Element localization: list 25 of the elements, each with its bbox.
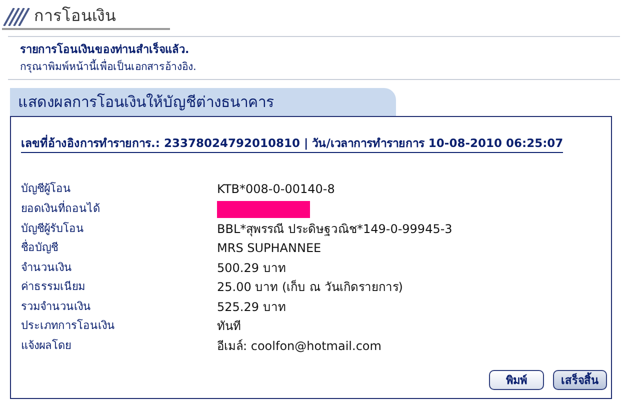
- field-label: จำนวนเงิน: [21, 260, 73, 276]
- field-label: ยอดเงินที่ถอนได้: [21, 200, 101, 216]
- reference-line: เลขที่อ้างอิงการทำรายการ.: 23378024792010810 | วัน/เวลาการทำรายการ 10-08-2010 06:25:07: [21, 134, 564, 153]
- print-note: กรุณาพิมพ์หน้านี้เพื่อเป็นเอกสารอ้างอิง.: [20, 58, 198, 75]
- field-label: บัญชีผู้รับโอน: [21, 220, 85, 237]
- field-value: 25.00 บาท (เก็บ ณ วันเกิดรายการ): [217, 279, 404, 296]
- page-title: การโอนเงิน: [34, 6, 116, 26]
- field-label: ค่าธรรมเนียม: [21, 279, 86, 295]
- stripes-icon: [2, 8, 30, 26]
- field-value: 500.29 บาท: [217, 260, 287, 276]
- panel-title: แสดงผลการโอนเงินให้บัญชีต่างธนาคาร: [10, 88, 396, 116]
- field-label: บัญชีผู้โอน: [21, 181, 72, 197]
- field-label: ประเภทการโอนเงิน: [21, 318, 116, 334]
- field-value: อีเมล์: coolfon@hotmail.com: [217, 338, 382, 354]
- field-value: BBL*สุพรรณี ประดิษฐวณิช*149-0-99945-3: [217, 220, 454, 237]
- field-label: รวมจำนวนเงิน: [21, 298, 92, 314]
- field-value: KTB*008-0-00140-8: [217, 181, 336, 198]
- finish-button[interactable]: เสร็จสิ้น: [553, 370, 607, 390]
- field-label: แจ้งผลโดย: [21, 338, 72, 354]
- field-value: ทันที: [217, 318, 242, 334]
- print-button[interactable]: พิมพ์: [489, 370, 544, 390]
- field-value: 525.29 บาท: [217, 298, 287, 315]
- success-message: รายการโอนเงินของท่านสำเร็จแล้ว.: [20, 41, 190, 58]
- field-label: ชื่อบัญชี: [21, 240, 59, 256]
- field-value: MRS SUPHANNEE: [217, 240, 322, 256]
